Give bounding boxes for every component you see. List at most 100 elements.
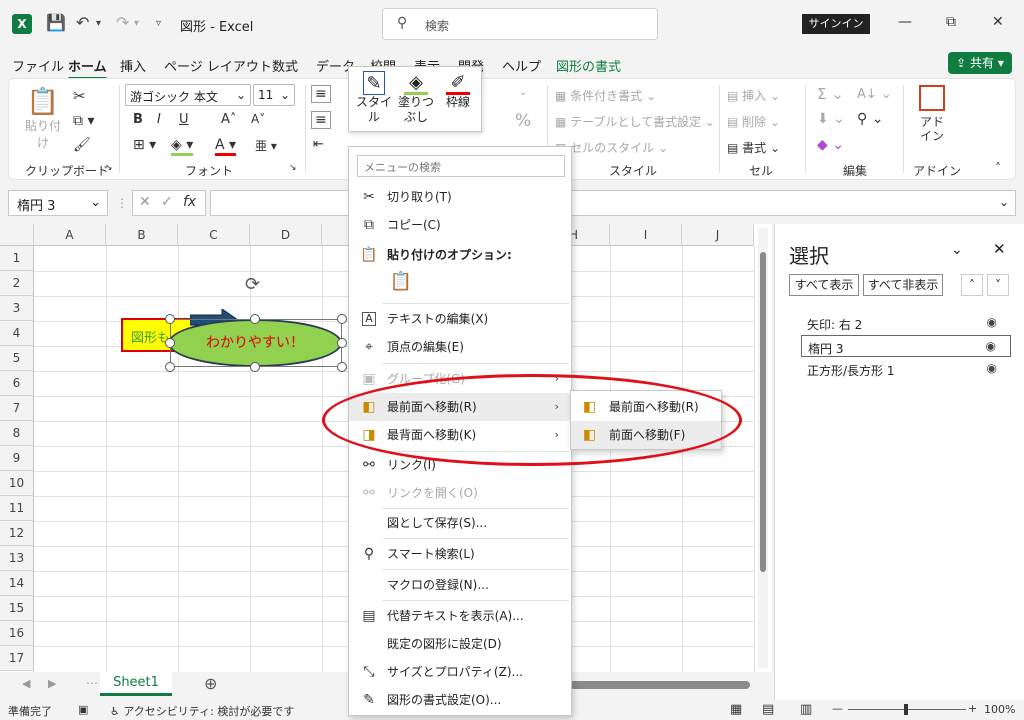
tab-formulas[interactable]: 数式 xyxy=(272,56,298,75)
eye-icon[interactable]: ◉ xyxy=(987,315,997,329)
accessibility-status[interactable]: ♿ アクセシビリティ: 検討が必要です xyxy=(110,703,294,719)
bold-button[interactable]: B xyxy=(133,112,143,127)
collapse-ribbon-icon[interactable]: ˄ xyxy=(995,161,1001,175)
insert-cells-button[interactable]: ▤ 挿入 ⌄ xyxy=(727,87,780,104)
name-box[interactable]: 楕円 3 ⌄ xyxy=(8,190,108,216)
row-header[interactable]: 17 xyxy=(0,646,34,671)
row-header[interactable]: 10 xyxy=(0,471,34,496)
resize-handle[interactable] xyxy=(337,314,347,324)
sort-filter-icon[interactable]: A↓ ⌄ xyxy=(857,87,892,102)
search-input[interactable]: ⚲ 検索 xyxy=(382,8,658,40)
send-backward-icon[interactable]: ˅ xyxy=(987,274,1009,296)
normal-view-icon[interactable]: ▦ xyxy=(730,702,742,717)
customize-toolbar-icon[interactable]: ▿ xyxy=(156,18,161,29)
font-name-select[interactable]: 游ゴシック 本文 ⌄ xyxy=(125,84,251,106)
pane-options-icon[interactable]: ⌄ xyxy=(951,242,963,258)
shape-outline-button[interactable]: ✐ 枠線 xyxy=(437,71,479,110)
row-header[interactable]: 7 xyxy=(0,396,34,421)
menu-item-edit-points[interactable]: ⌖ 頂点の編集(E) xyxy=(349,333,571,361)
format-cells-button[interactable]: ▤ 書式 ⌄ xyxy=(727,139,780,156)
tab-home[interactable]: ホーム xyxy=(68,56,107,80)
column-header[interactable]: D xyxy=(250,224,322,246)
align-left-icon[interactable]: ≡ xyxy=(311,111,331,129)
macro-record-icon[interactable]: ▣ xyxy=(78,703,88,716)
format-painter-icon[interactable]: 🖌 xyxy=(73,137,91,153)
scroll-thumb[interactable] xyxy=(760,252,766,572)
number-format-chevron-icon[interactable]: ⌄ xyxy=(519,87,527,98)
share-button[interactable]: ⇪ 共有 ▾ xyxy=(948,52,1012,74)
menu-item-copy[interactable]: ⧉ コピー(C) xyxy=(349,211,571,239)
show-all-button[interactable]: すべて表示 xyxy=(789,274,859,296)
font-color-icon[interactable]: A ▾ xyxy=(215,137,237,156)
clipboard-launcher-icon[interactable]: ↘ xyxy=(105,163,113,173)
undo-icon[interactable]: ↶ xyxy=(76,13,89,32)
insert-function-button[interactable]: fx xyxy=(183,194,196,210)
more-sheets-icon[interactable]: ⋯ xyxy=(86,676,98,690)
shape-style-button[interactable]: ✎ スタイル xyxy=(353,71,395,125)
zoom-in-icon[interactable]: + xyxy=(968,702,977,715)
row-header[interactable]: 4 xyxy=(0,321,34,346)
submenu-item-bring-forward[interactable]: ◧ 前面へ移動(F) xyxy=(571,421,721,449)
align-top-icon[interactable]: ≡ xyxy=(311,85,331,103)
menu-search-input[interactable]: メニューの検索 xyxy=(357,155,565,177)
fill-color-icon[interactable]: ◈ ▾ xyxy=(171,137,194,156)
pane-item-oval[interactable]: 楕円 3 ◉ xyxy=(801,335,1011,357)
phonetic-icon[interactable]: 亜 ▾ xyxy=(255,137,277,154)
row-header[interactable]: 13 xyxy=(0,546,34,571)
indent-icon[interactable]: ⇤ xyxy=(313,137,324,152)
menu-item-link[interactable]: ⚯ リンク(I) xyxy=(349,451,571,479)
pane-item-rectangle[interactable]: 正方形/長方形 1 ◉ xyxy=(801,358,1011,380)
close-icon[interactable]: ✕ xyxy=(992,14,1004,30)
underline-button[interactable]: U xyxy=(179,112,189,127)
zoom-out-icon[interactable]: — xyxy=(832,702,843,715)
column-header[interactable]: J xyxy=(682,224,754,246)
menu-item-set-default-shape[interactable]: 既定の図形に設定(D) xyxy=(349,630,571,658)
shape-fill-button[interactable]: ◈ 塗りつぶし xyxy=(395,71,437,125)
select-all-corner[interactable] xyxy=(0,224,34,246)
page-break-view-icon[interactable]: ▥ xyxy=(800,702,812,717)
row-header[interactable]: 6 xyxy=(0,371,34,396)
menu-item-assign-macro[interactable]: マクロの登録(N)... xyxy=(349,571,571,599)
resize-handle[interactable] xyxy=(250,362,260,372)
menu-item-save-as-picture[interactable]: 図として保存(S)... xyxy=(349,509,571,537)
resize-handle[interactable] xyxy=(250,314,260,324)
shrink-font-icon[interactable]: A˅ xyxy=(251,112,265,126)
menu-item-edit-text[interactable]: A テキストの編集(X) xyxy=(349,305,571,333)
font-size-select[interactable]: 11 ⌄ xyxy=(253,84,295,106)
resize-handle[interactable] xyxy=(165,362,175,372)
clear-icon[interactable]: ◆ ⌄ xyxy=(817,137,844,153)
resize-handle[interactable] xyxy=(165,338,175,348)
row-header[interactable]: 16 xyxy=(0,621,34,646)
row-header[interactable]: 12 xyxy=(0,521,34,546)
zoom-level[interactable]: 100% xyxy=(984,703,1015,716)
undo-dropdown-icon[interactable]: ▾ xyxy=(96,18,101,29)
row-header[interactable]: 1 xyxy=(0,246,34,271)
restore-icon[interactable]: ⧉ xyxy=(946,14,956,30)
tab-page-layout[interactable]: ページ レイアウト xyxy=(164,56,272,75)
column-header[interactable]: A xyxy=(34,224,106,246)
row-header[interactable]: 5 xyxy=(0,346,34,371)
formula-input[interactable]: ⌄ xyxy=(210,190,1016,216)
horizontal-scroll-thumb[interactable] xyxy=(570,681,750,689)
resize-handle[interactable] xyxy=(165,314,175,324)
font-launcher-icon[interactable]: ↘ xyxy=(289,163,297,173)
menu-item-cut[interactable]: ✂ 切り取り(T) xyxy=(349,183,571,211)
page-layout-view-icon[interactable]: ▤ xyxy=(762,702,774,717)
eye-icon[interactable]: ◉ xyxy=(987,361,997,375)
row-header[interactable]: 14 xyxy=(0,571,34,596)
borders-icon[interactable]: ⊞ ▾ xyxy=(133,137,156,153)
row-header[interactable]: 8 xyxy=(0,421,34,446)
zoom-slider-thumb[interactable] xyxy=(904,704,908,715)
tab-file[interactable]: ファイル xyxy=(12,56,64,75)
sheet-tab[interactable]: Sheet1 xyxy=(100,672,172,696)
menu-item-size-properties[interactable]: ⤡ サイズとプロパティ(Z)... xyxy=(349,658,571,686)
find-select-icon[interactable]: ⚲ ⌄ xyxy=(857,111,883,127)
conditional-format-button[interactable]: ▦ 条件付き書式 ⌄ xyxy=(555,87,656,104)
vertical-scrollbar[interactable] xyxy=(758,228,768,668)
signin-button[interactable]: サインイン xyxy=(802,14,870,34)
eye-icon[interactable]: ◉ xyxy=(986,339,996,353)
resize-handle[interactable] xyxy=(337,362,347,372)
minimize-icon[interactable]: — xyxy=(898,14,912,30)
add-sheet-icon[interactable]: ⊕ xyxy=(204,674,217,693)
resize-handle[interactable] xyxy=(337,338,347,348)
